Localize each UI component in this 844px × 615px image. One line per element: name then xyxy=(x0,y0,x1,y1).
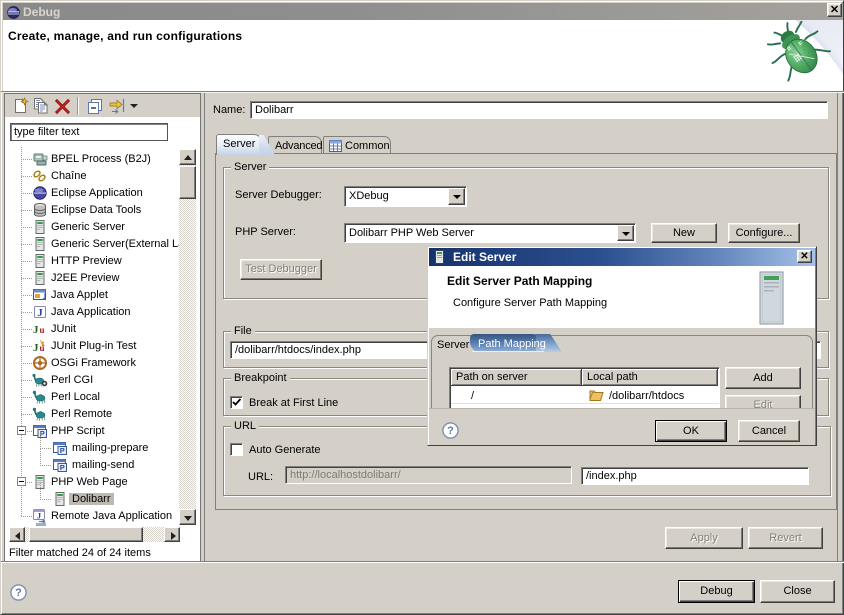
svg-text:?: ? xyxy=(15,587,22,599)
svg-text:J: J xyxy=(33,342,39,354)
svg-text:P: P xyxy=(60,463,65,472)
svg-text:?: ? xyxy=(447,425,454,437)
svg-text:P: P xyxy=(60,446,65,455)
svg-text:J: J xyxy=(37,307,43,319)
svg-text:u: u xyxy=(40,325,45,335)
svg-text:J: J xyxy=(33,324,39,336)
svg-text:J: J xyxy=(43,292,47,301)
